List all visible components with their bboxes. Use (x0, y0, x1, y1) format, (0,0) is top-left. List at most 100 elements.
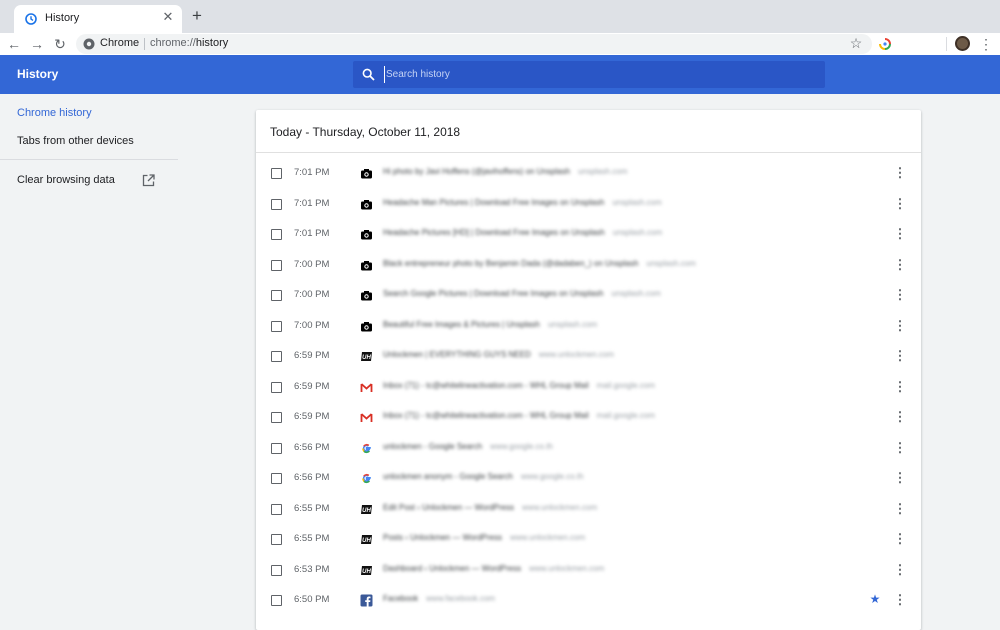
row-time: 6:50 PM (294, 594, 330, 605)
row-title: Inbox (71) - tc@whitelineactivation.com … (383, 411, 589, 420)
sidebar-item-chrome-history[interactable]: Chrome history (17, 107, 92, 119)
search-icon (362, 68, 375, 81)
row-title-link[interactable]: unlockmen anonym - Google Search www.goog… (383, 472, 584, 481)
close-icon[interactable]: ✕ (161, 10, 175, 24)
row-title-link[interactable]: Dashboard ‹ Unlockmen — WordPress www.unl… (383, 564, 604, 573)
history-row[interactable]: 6:50 PM Facebook www.facebook.com ★ ⋮ (256, 585, 921, 616)
extension-icon[interactable] (879, 38, 891, 50)
history-row[interactable]: 6:59 PM Inbox (71) - tc@whitelineactivati… (256, 372, 921, 403)
star-filled-icon[interactable]: ★ (868, 592, 882, 606)
more-vert-icon[interactable]: ⋮ (893, 196, 907, 212)
row-checkbox[interactable] (271, 290, 282, 301)
tab-history[interactable]: History ✕ (14, 5, 182, 33)
arrow-back-icon[interactable]: ← (5, 35, 23, 53)
history-row[interactable]: 6:56 PM unlockmen - Google Search www.goog… (256, 433, 921, 464)
row-title: Headache Pictures [HD] | Download Free I… (383, 228, 605, 237)
row-checkbox[interactable] (271, 473, 282, 484)
row-title-link[interactable]: Search Google Pictures | Download Free I… (383, 289, 661, 298)
history-row[interactable]: 6:55 PM UH Posts ‹ Unlockmen — WordPress ww… (256, 524, 921, 555)
search-input[interactable] (384, 66, 814, 83)
page-header: History (0, 55, 1000, 94)
row-checkbox[interactable] (271, 503, 282, 515)
history-row[interactable]: 6:55 PM UH Edit Post ‹ Unlockmen — WordPre… (256, 494, 921, 525)
row-checkbox[interactable] (271, 595, 282, 606)
row-checkbox[interactable] (271, 442, 282, 454)
row-title-link[interactable]: Inbox (71) - tc@whitelineactivation.com … (383, 381, 655, 390)
sidebar-item-tabs-other-devices[interactable]: Tabs from other devices (17, 135, 134, 147)
uh-logo-icon: UH (360, 350, 373, 363)
row-time: 6:55 PM (294, 502, 330, 514)
row-checkbox[interactable] (271, 351, 282, 362)
row-title-link[interactable]: Hi photo by Javi Hoffens (@javihoffens) … (383, 167, 627, 176)
row-title: Unlockmen | EVERYTHING GUYS NEED (383, 350, 531, 359)
plus-icon[interactable]: + (189, 7, 205, 24)
row-title: Inbox (71) - tc@whitelineactivation.com … (383, 380, 589, 390)
row-checkbox[interactable] (271, 229, 282, 240)
row-title-link[interactable]: Inbox (71) - tc@whitelineactivation.com … (383, 411, 655, 420)
row-domain: www.unlockmen.com (510, 533, 586, 542)
history-row[interactable]: 7:01 PM Hi photo by Javi Hoffens (@javiho… (256, 158, 921, 189)
search-box[interactable] (353, 61, 825, 88)
history-row[interactable]: 7:01 PM Headache Pictures [HD] | Download… (256, 219, 921, 250)
history-row[interactable]: 6:59 PM Inbox (71) - tc@whitelineactivati… (256, 402, 921, 433)
row-title-link[interactable]: Headache Man Pictures | Download Free Im… (383, 198, 662, 207)
clear-browsing-data-link[interactable]: Clear browsing data (17, 174, 115, 186)
more-vert-icon[interactable]: ⋮ (893, 348, 907, 364)
row-checkbox[interactable] (271, 198, 282, 210)
row-domain: mail.google.com (596, 411, 655, 420)
row-checkbox[interactable] (271, 320, 282, 332)
chrome-icon (83, 38, 95, 50)
history-row[interactable]: 6:59 PM UH Unlockmen | EVERYTHING GUYS NEE… (256, 341, 921, 372)
row-title: unlockmen - Google Search (383, 441, 483, 451)
row-checkbox[interactable] (271, 534, 282, 545)
row-title: Posts ‹ Unlockmen — WordPress (383, 533, 502, 542)
row-checkbox[interactable] (271, 259, 282, 271)
row-title-link[interactable]: unlockmen - Google Search www.google.co.t… (383, 442, 553, 451)
row-title-link[interactable]: Facebook www.facebook.com (383, 594, 495, 603)
history-row[interactable]: 7:00 PM Search Google Pictures | Download… (256, 280, 921, 311)
history-row[interactable]: 7:00 PM Beautiful Free Images & Pictures … (256, 311, 921, 342)
more-vert-icon[interactable]: ⋮ (893, 440, 907, 456)
history-row[interactable]: 6:53 PM UH Dashboard ‹ Unlockmen — WordPre… (256, 555, 921, 586)
row-title-link[interactable]: Unlockmen | EVERYTHING GUYS NEED www.unlo… (383, 350, 614, 359)
more-vert-icon[interactable]: ⋮ (893, 470, 907, 486)
row-title-link[interactable]: Posts ‹ Unlockmen — WordPress www.unlockm… (383, 533, 585, 542)
more-vert-icon[interactable]: ⋮ (893, 287, 907, 303)
star-outline-icon[interactable]: ☆ (848, 35, 864, 51)
toolbar-divider (946, 37, 947, 51)
address-bar[interactable]: Chrome chrome://history (76, 34, 872, 54)
row-domain: www.unlockmen.com (538, 350, 614, 359)
history-row[interactable]: 7:00 PM Black entrepreneur photo by Benja… (256, 250, 921, 281)
more-vert-icon[interactable]: ⋮ (893, 562, 907, 578)
row-title-link[interactable]: Edit Post ‹ Unlockmen — WordPress www.unl… (383, 503, 597, 512)
row-domain: unsplash.com (578, 167, 628, 176)
row-time: 7:01 PM (294, 228, 330, 239)
open-in-new-icon[interactable] (142, 174, 155, 187)
row-domain: www.unlockmen.com (522, 502, 598, 512)
more-vert-icon[interactable]: ⋮ (893, 531, 907, 547)
row-checkbox[interactable] (271, 564, 282, 576)
row-checkbox[interactable] (271, 381, 282, 393)
arrow-forward-icon[interactable]: → (28, 35, 46, 53)
more-vert-icon[interactable]: ⋮ (893, 409, 907, 425)
more-vert-icon[interactable]: ⋮ (893, 379, 907, 395)
reload-icon[interactable]: ↻ (51, 35, 69, 53)
row-title-link[interactable]: Black entrepreneur photo by Benjamin Dad… (383, 259, 696, 268)
row-title: Facebook (383, 594, 419, 603)
more-vert-icon[interactable]: ⋮ (893, 226, 907, 242)
row-title-link[interactable]: Beautiful Free Images & Pictures | Unspl… (383, 320, 597, 329)
more-vert-icon[interactable]: ⋮ (979, 35, 993, 53)
row-time: 6:59 PM (294, 350, 330, 361)
more-vert-icon[interactable]: ⋮ (893, 257, 907, 273)
avatar[interactable] (955, 36, 970, 51)
history-row[interactable]: 7:01 PM Headache Man Pictures | Download … (256, 189, 921, 220)
row-checkbox[interactable] (271, 168, 282, 179)
more-vert-icon[interactable]: ⋮ (893, 318, 907, 334)
more-vert-icon[interactable]: ⋮ (893, 592, 907, 608)
row-title-link[interactable]: Headache Pictures [HD] | Download Free I… (383, 228, 662, 237)
row-checkbox[interactable] (271, 412, 282, 423)
history-row[interactable]: 6:56 PM unlockmen anonym - Google Search w… (256, 463, 921, 494)
more-vert-icon[interactable]: ⋮ (893, 165, 907, 181)
row-time: 7:01 PM (294, 167, 330, 178)
more-vert-icon[interactable]: ⋮ (893, 501, 907, 517)
